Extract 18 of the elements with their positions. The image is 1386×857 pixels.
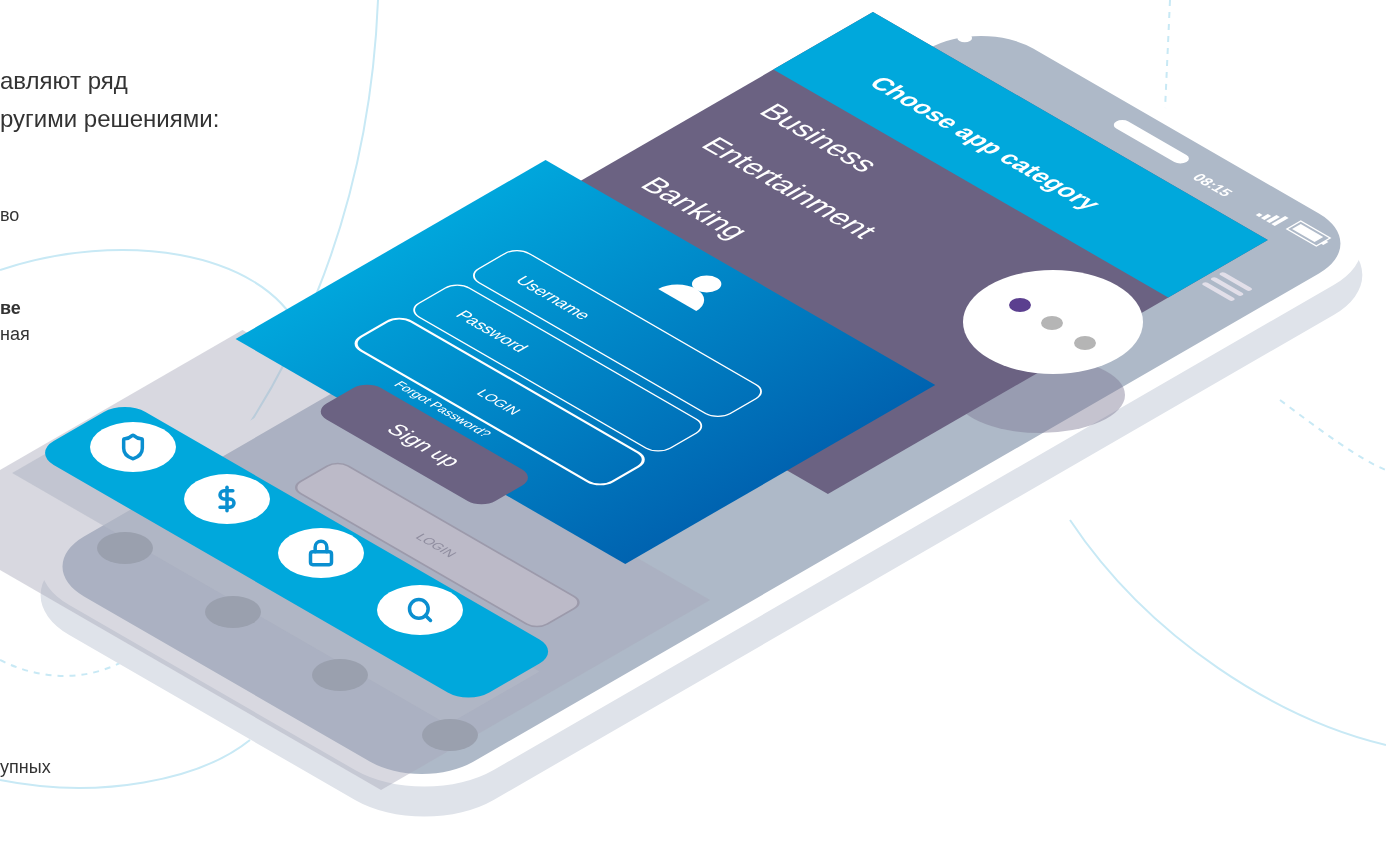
paragraph-text: во <box>0 204 20 227</box>
user-avatar-icon <box>658 275 722 311</box>
pager-dot[interactable] <box>1041 316 1063 330</box>
shield-icon[interactable] <box>90 422 176 472</box>
lock-icon[interactable] <box>278 528 364 578</box>
paragraph-text: ная <box>0 323 30 346</box>
menu-icon[interactable] <box>1203 271 1252 302</box>
pager-dot[interactable] <box>1074 336 1096 350</box>
dollar-icon[interactable] <box>184 474 270 524</box>
signal-icon <box>1255 213 1289 226</box>
paragraph-text: ругими решениями: <box>0 104 220 134</box>
paragraph-text: авляют ряд <box>0 66 128 96</box>
pager-dot[interactable] <box>1009 298 1031 312</box>
paragraph-text: ве <box>0 296 21 319</box>
battery-icon <box>1285 220 1332 247</box>
status-time: 08:15 <box>1189 171 1237 199</box>
search-icon[interactable] <box>377 585 463 635</box>
paragraph-text: упных <box>0 755 51 778</box>
